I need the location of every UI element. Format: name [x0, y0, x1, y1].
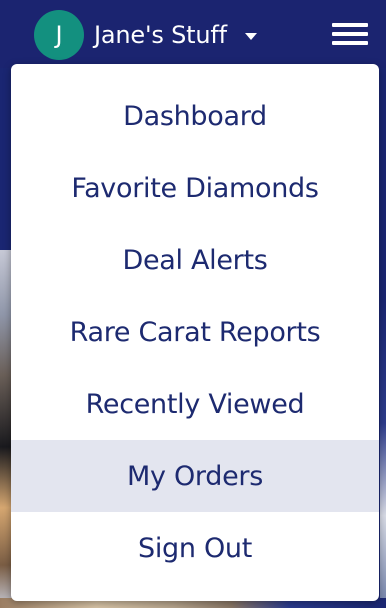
hamburger-menu-icon[interactable] [332, 23, 368, 47]
menu-item-favorite-diamonds[interactable]: Favorite Diamonds [11, 152, 379, 224]
background-image-right [380, 300, 386, 608]
top-bar: J Jane's Stuff [0, 0, 386, 68]
user-menu-toggle[interactable]: J Jane's Stuff [34, 10, 257, 60]
menu-item-dashboard[interactable]: Dashboard [11, 80, 379, 152]
hamburger-line [332, 41, 368, 45]
caret-down-icon [244, 32, 257, 40]
menu-item-rare-carat-reports[interactable]: Rare Carat Reports [11, 296, 379, 368]
menu-item-recently-viewed[interactable]: Recently Viewed [11, 368, 379, 440]
user-name: Jane's Stuff [94, 21, 227, 49]
menu-item-sign-out[interactable]: Sign Out [11, 512, 379, 585]
user-dropdown-menu: Dashboard Favorite Diamonds Deal Alerts … [11, 64, 379, 601]
menu-item-my-orders[interactable]: My Orders [11, 440, 379, 512]
hamburger-line [332, 32, 368, 36]
menu-item-deal-alerts[interactable]: Deal Alerts [11, 224, 379, 296]
hamburger-line [332, 23, 368, 27]
avatar: J [34, 10, 84, 60]
